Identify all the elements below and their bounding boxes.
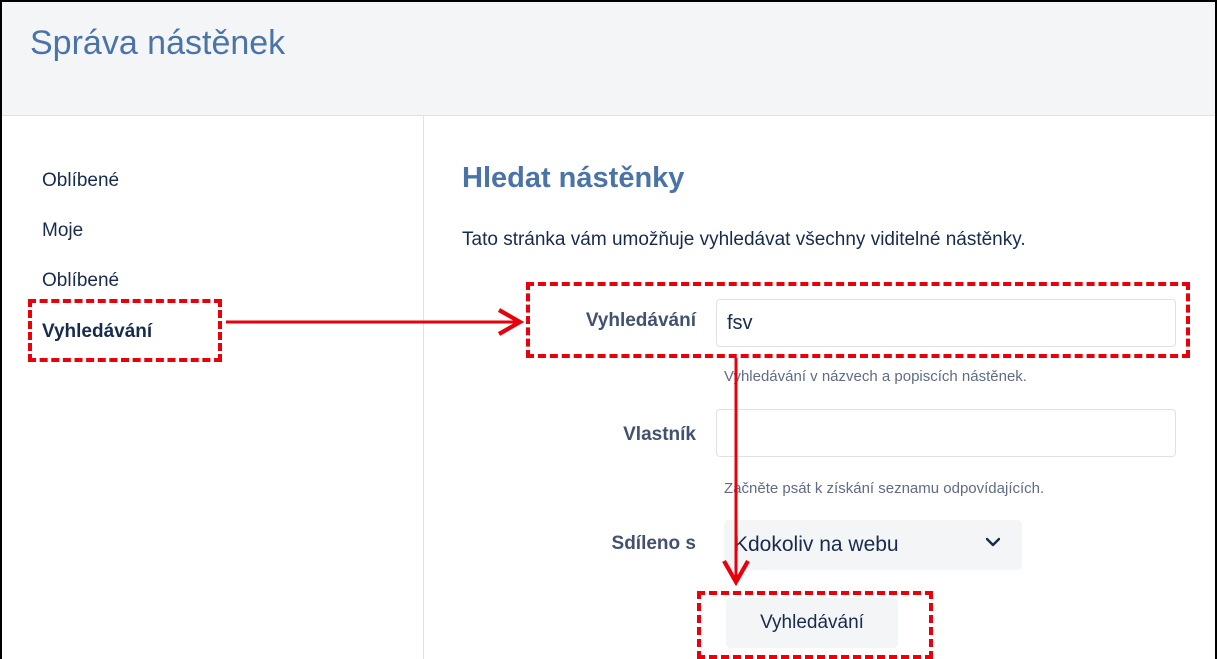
annotation-arrows — [226, 308, 750, 587]
